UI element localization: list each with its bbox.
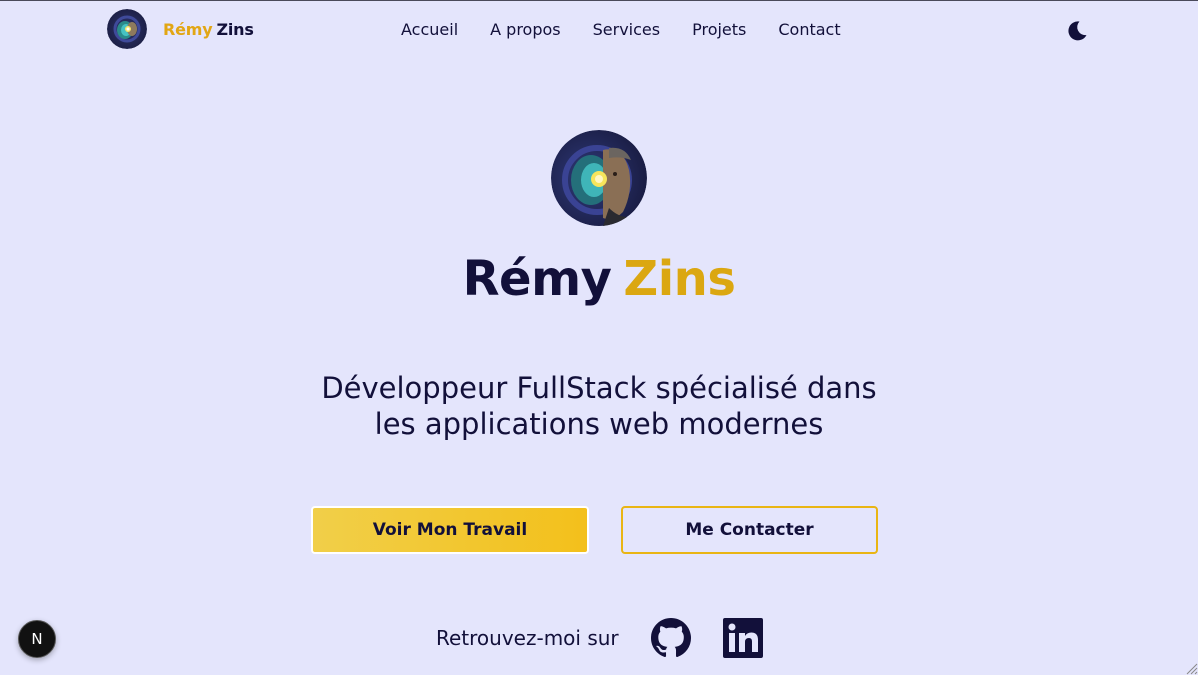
- github-link[interactable]: [650, 618, 691, 658]
- brand-link[interactable]: Rémy Zins: [107, 9, 254, 49]
- hero-subtitle: Développeur FullStack spécialisé dans le…: [250, 370, 948, 442]
- navbar: Rémy Zins Accueil A propos Services Proje…: [0, 1, 1198, 59]
- view-work-button[interactable]: Voir Mon Travail: [311, 506, 589, 554]
- nav-link-contact[interactable]: Contact: [778, 20, 840, 39]
- nav-link-projets[interactable]: Projets: [692, 20, 746, 39]
- brand-logo: [107, 9, 147, 49]
- moon-icon: [1068, 21, 1087, 41]
- brand-last-name: Zins: [216, 19, 254, 39]
- linkedin-icon: [722, 618, 763, 658]
- hero-first-name: Rémy: [462, 251, 612, 307]
- hero-subtitle-line-2: les applications web modernes: [374, 407, 824, 441]
- github-icon: [650, 618, 691, 658]
- nextjs-logo-icon: N: [31, 630, 43, 648]
- profile-avatar: [551, 130, 647, 226]
- brand-name: Rémy Zins: [163, 20, 254, 39]
- social-links: Retrouvez-moi sur: [436, 616, 763, 660]
- hero-last-name: Zins: [623, 251, 736, 307]
- theme-toggle-button[interactable]: [1064, 18, 1090, 44]
- main-menu: Accueil A propos Services Projets Contac…: [401, 20, 841, 39]
- resize-grip-icon: [1186, 663, 1198, 675]
- hero-title: Rémy Zins: [0, 251, 1198, 307]
- hero-subtitle-line-1: Développeur FullStack spécialisé dans: [321, 371, 877, 405]
- nextjs-dev-badge[interactable]: N: [18, 620, 56, 658]
- page: Rémy Zins Accueil A propos Services Proje…: [0, 0, 1198, 675]
- social-label: Retrouvez-moi sur: [436, 626, 619, 650]
- linkedin-link[interactable]: [722, 618, 763, 658]
- nav-link-accueil[interactable]: Accueil: [401, 20, 458, 39]
- nav-link-services[interactable]: Services: [593, 20, 660, 39]
- brand-first-name: Rémy: [163, 19, 213, 39]
- contact-me-button[interactable]: Me Contacter: [621, 506, 878, 554]
- nav-link-a-propos[interactable]: A propos: [490, 20, 560, 39]
